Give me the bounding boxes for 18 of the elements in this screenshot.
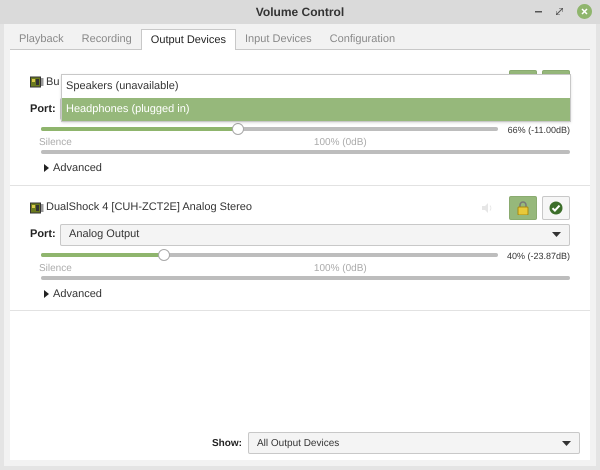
advanced-expander[interactable]: Advanced <box>44 286 102 302</box>
port-menu-item[interactable]: Speakers (unavailable) <box>62 75 570 98</box>
silence-label: Silence <box>39 262 72 276</box>
unity-label: 100% (0dB) <box>314 262 367 276</box>
volume-reading: 66% (-11.00dB) <box>506 124 570 137</box>
tab[interactable]: Output Devices <box>140 29 236 50</box>
port-dropdown[interactable]: Analog Output <box>60 224 570 246</box>
window-title: Volume Control <box>256 4 344 21</box>
show-dropdown[interactable]: All Output Devices <box>248 432 580 454</box>
volume-reading: 40% (-23.87dB) <box>506 250 570 263</box>
show-label: Show: <box>212 436 242 450</box>
device-name: Bu <box>46 74 60 90</box>
device-name: DualShock 4 [CUH-ZCT2E] Analog Stereo <box>46 200 252 216</box>
unity-label: 100% (0dB) <box>314 136 367 150</box>
port-label: Port: <box>30 227 56 242</box>
port-label: Port: <box>30 102 56 117</box>
advanced-expander[interactable]: Advanced <box>44 160 102 176</box>
silence-label: Silence <box>39 136 72 150</box>
